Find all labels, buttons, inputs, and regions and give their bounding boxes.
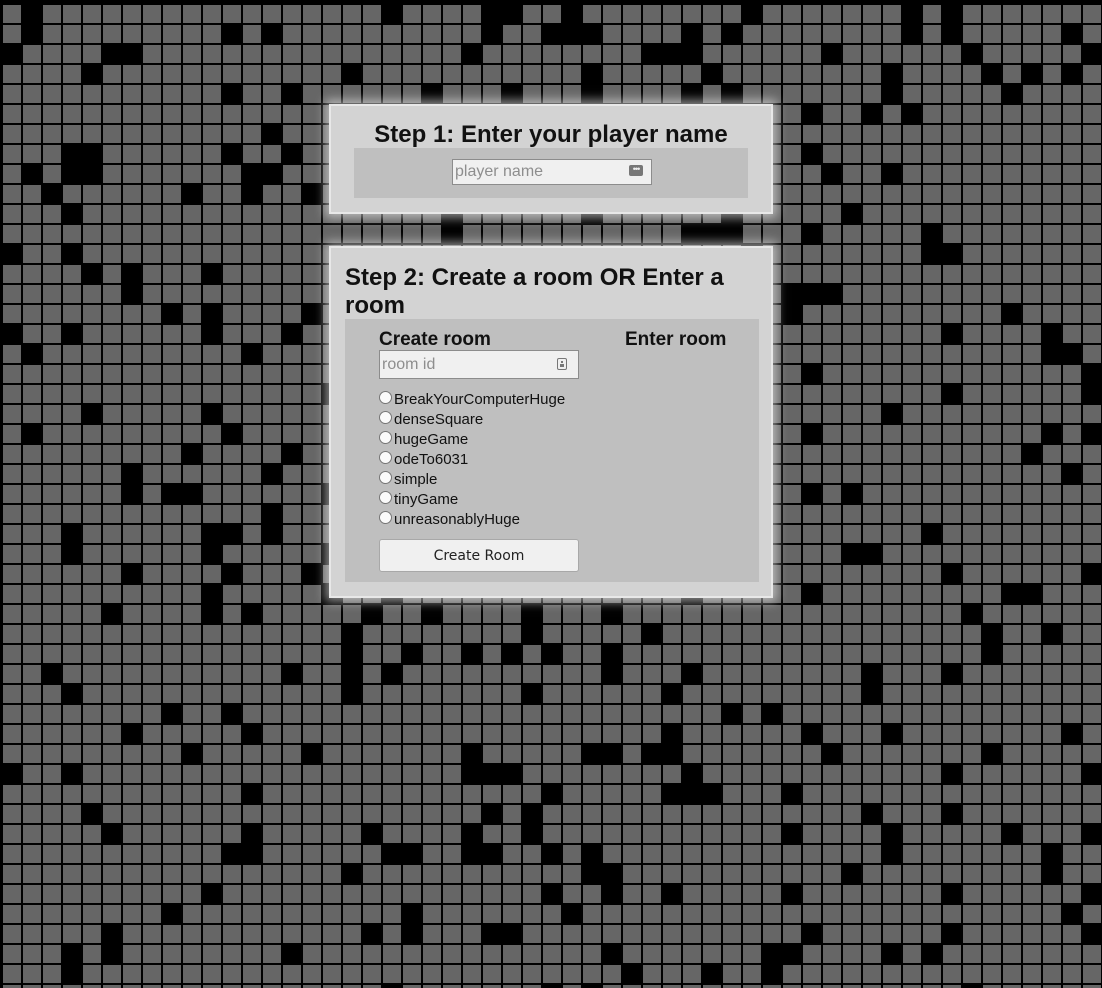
create-room-button[interactable]: Create Room [379,539,579,572]
radio-button[interactable] [379,510,392,524]
radio-button[interactable] [379,470,392,484]
map-option-label: unreasonablyHuge [394,510,520,528]
step2-title: Step 2: Create a room OR Enter a room [345,264,724,319]
radio-button[interactable] [379,410,392,424]
step1-panel: Step 1: Enter your player name ••• [329,104,773,214]
map-option-label: BreakYourComputerHuge [394,390,566,408]
create-room-heading: Create room [379,329,491,350]
player-name-input[interactable] [452,159,652,185]
radio-button[interactable] [379,450,392,464]
map-option-unreasonablyhuge[interactable]: unreasonablyHuge [379,509,565,529]
enter-room-heading: Enter room [625,329,727,350]
radio-button[interactable] [379,390,392,404]
map-radio-list: BreakYourComputerHuge denseSquare hugeGa… [379,389,565,529]
radio-button[interactable] [379,430,392,444]
step1-title: Step 1: Enter your player name [374,121,728,148]
map-option-densesquare[interactable]: denseSquare [379,409,565,429]
map-option-label: hugeGame [394,430,469,448]
map-option-label: denseSquare [394,410,484,428]
map-option-simple[interactable]: simple [379,469,565,489]
map-option-hugegame[interactable]: hugeGame [379,429,565,449]
player-name-section: ••• [354,148,748,198]
radio-button[interactable] [379,490,392,504]
room-id-input[interactable] [379,350,579,379]
map-option-tinygame[interactable]: tinyGame [379,489,565,509]
map-option-label: tinyGame [394,490,459,508]
map-option-odeto6031[interactable]: odeTo6031 [379,449,565,469]
map-option-breakyourcomputerhuge[interactable]: BreakYourComputerHuge [379,389,565,409]
map-option-label: odeTo6031 [394,450,469,468]
map-option-label: simple [394,470,438,488]
step2-panel: Step 2: Create a room OR Enter a room Cr… [329,246,773,598]
room-section: Create room Enter room BreakYourComputer… [345,319,759,582]
